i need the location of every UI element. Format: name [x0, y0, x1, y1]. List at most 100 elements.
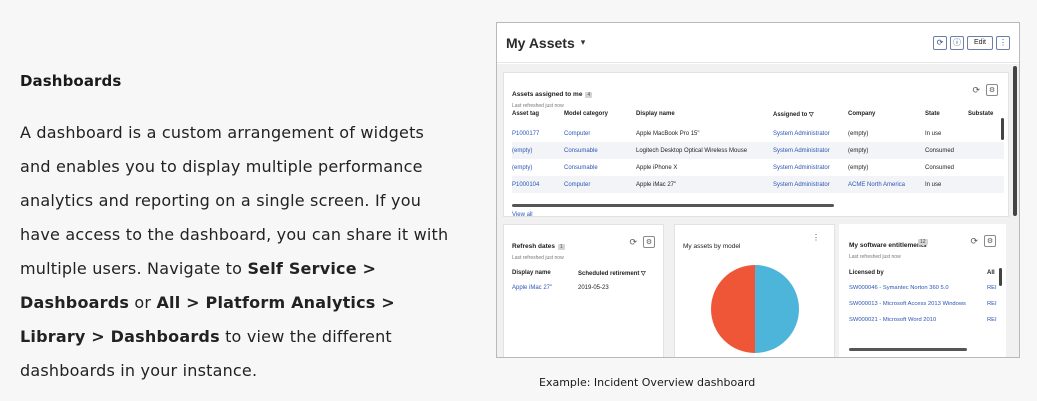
all-cell[interactable]: REI	[987, 312, 999, 328]
display-name-cell: Apple iMac 27"	[636, 176, 773, 193]
assets-card-title: Assets assigned to me	[512, 91, 583, 98]
column-header[interactable]: Company	[848, 103, 925, 125]
software-count-badge: 12	[918, 239, 928, 245]
refresh-icon[interactable]: ⟳	[629, 237, 637, 248]
software-vertical-scrollbar[interactable]	[999, 268, 1002, 286]
licensed-by-link[interactable]: SW000046 - Symantec Norton 360 5.0	[849, 280, 987, 296]
pie-slice-1[interactable]	[711, 265, 755, 353]
substate-cell	[968, 142, 1004, 159]
doc-heading: Dashboards	[20, 72, 122, 90]
company-cell: (empty)	[848, 164, 869, 171]
refresh-icon[interactable]: ⟳	[932, 35, 947, 50]
doc-text-or: or	[129, 293, 157, 312]
display-name-cell: Logitech Desktop Optical Wireless Mouse	[636, 142, 773, 159]
page-vertical-scrollbar[interactable]	[1013, 66, 1017, 216]
model-category-link[interactable]: Consumable	[564, 159, 636, 176]
info-icon[interactable]: ⓘ	[949, 35, 964, 50]
asset-tag-link[interactable]: (empty)	[512, 142, 564, 159]
refresh-icon[interactable]: ⟳	[972, 85, 980, 96]
software-card-actions: ⟳ ⚙	[970, 235, 996, 247]
dashboard-body: Assets assigned to me 4 Last refreshed ju…	[497, 64, 1019, 357]
retirement-date-cell: 2019-05-23	[578, 285, 609, 291]
assigned-to-link[interactable]: System Administrator	[773, 176, 848, 193]
pie-slice-0[interactable]	[755, 265, 799, 353]
column-header[interactable]: Display name	[512, 265, 578, 281]
column-header[interactable]: Scheduled retirement ▽	[578, 265, 662, 281]
assigned-to-link[interactable]: System Administrator	[773, 142, 848, 159]
doc-paragraph: A dashboard is a custom arrangement of w…	[20, 116, 460, 388]
table-header-row: Asset tag Model category Display name As…	[512, 103, 1004, 125]
software-horizontal-scrollbar[interactable]	[849, 348, 967, 351]
assets-count-badge: 4	[585, 92, 593, 98]
table-row[interactable]: P1000177 Computer Apple MacBook Pro 15" …	[512, 125, 1004, 142]
table-row[interactable]: SW000021 - Microsoft Word 2010 REI	[849, 312, 999, 328]
dashboard-title[interactable]: My Assets	[506, 35, 575, 51]
table-header-row: Licensed by All	[849, 266, 999, 280]
table-row[interactable]: (empty) Consumable Logitech Desktop Opti…	[512, 142, 1004, 159]
column-header[interactable]: Assigned to ▽	[773, 103, 848, 125]
model-category-link[interactable]: Computer	[564, 176, 636, 193]
all-cell[interactable]: REI	[987, 280, 999, 296]
column-header[interactable]: Model category	[564, 103, 636, 125]
column-header[interactable]: State	[925, 103, 968, 125]
asset-tag-link[interactable]: P1000104	[512, 176, 564, 193]
table-row[interactable]: (empty) Consumable Apple iPhone X System…	[512, 159, 1004, 176]
company-cell: (empty)	[848, 130, 869, 137]
substate-cell	[968, 176, 1004, 193]
software-entitlements-card: My software entitlements Last refreshed …	[839, 224, 1006, 357]
refresh-icon[interactable]: ⟳	[970, 236, 978, 247]
doc-text-intro: A dashboard is a custom arrangement of w…	[20, 123, 449, 278]
licensed-by-link[interactable]: SW000021 - Microsoft Word 2010	[849, 312, 987, 328]
more-icon[interactable]: ⋮	[996, 35, 1010, 50]
assets-vertical-scrollbar[interactable]	[1001, 118, 1004, 140]
table-row[interactable]: SW000013 - Microsoft Access 2013 Windows…	[849, 296, 999, 312]
assets-card-actions: ⟳ ⚙	[972, 84, 998, 96]
licensed-by-link[interactable]: SW000013 - Microsoft Access 2013 Windows	[849, 296, 987, 312]
retirement-card-actions: ⟳ ⚙	[629, 236, 655, 248]
edit-button[interactable]: Edit	[966, 35, 993, 50]
display-name-cell: Apple iPhone X	[636, 164, 678, 171]
model-category-link[interactable]: Computer	[564, 125, 636, 142]
table-row[interactable]: SW000046 - Symantec Norton 360 5.0 REI	[849, 280, 999, 296]
table-row[interactable]: Apple iMac 27" 2019-05-23	[512, 281, 662, 295]
gear-icon[interactable]: ⚙	[984, 235, 996, 247]
column-header[interactable]: Substate	[968, 103, 1004, 125]
assets-by-model-card: My assets by model ⋮	[674, 224, 835, 357]
retirement-card: Refresh dates 1 Last refreshed just now ⟳…	[503, 224, 664, 357]
software-refreshed-text: Last refreshed just now	[849, 254, 901, 260]
state-cell: In use	[925, 130, 942, 137]
table-row[interactable]: P1000104 Computer Apple iMac 27" System …	[512, 176, 1004, 193]
asset-tag-link[interactable]: (empty)	[512, 159, 564, 176]
assets-horizontal-scrollbar[interactable]	[512, 204, 834, 207]
all-cell[interactable]: REI	[987, 296, 999, 312]
assets-card: Assets assigned to me 4 Last refreshed ju…	[503, 72, 1009, 218]
dashboard-header: My Assets ▾ ⟳ ⓘ Edit ⋮	[497, 23, 1019, 63]
table-header-row: Display name Scheduled retirement ▽	[512, 265, 662, 281]
display-name-cell: Apple MacBook Pro 15"	[636, 130, 700, 137]
software-card-title: My software entitlements	[849, 242, 927, 249]
retirement-card-title: Refresh dates	[512, 243, 555, 250]
software-table: Licensed by All SW000046 - Symantec Nort…	[849, 266, 999, 328]
assigned-to-link[interactable]: System Administrator	[773, 159, 848, 176]
view-all-link[interactable]: View all	[512, 212, 533, 218]
display-name-link[interactable]: Apple iMac 27"	[512, 281, 578, 295]
model-category-link[interactable]: Consumable	[564, 142, 636, 159]
company-link[interactable]: ACME North America	[848, 176, 925, 193]
column-header[interactable]: All	[987, 266, 999, 280]
column-header[interactable]: Display name	[636, 103, 773, 125]
asset-tag-link[interactable]: P1000177	[512, 125, 564, 142]
chevron-down-icon[interactable]: ▾	[581, 37, 586, 48]
pie-chart	[711, 265, 799, 353]
retirement-count-badge: 1	[558, 244, 565, 250]
gear-icon[interactable]: ⚙	[643, 236, 655, 248]
header-actions: ⟳ ⓘ Edit ⋮	[932, 35, 1010, 50]
doc-section: Dashboards A dashboard is a custom arran…	[20, 72, 460, 388]
company-cell: (empty)	[848, 142, 925, 159]
column-header[interactable]: Licensed by	[849, 266, 987, 280]
assigned-to-link[interactable]: System Administrator	[773, 125, 848, 142]
dashboard-screenshot: My Assets ▾ ⟳ ⓘ Edit ⋮ Assets assigned t…	[496, 22, 1020, 358]
column-header[interactable]: Asset tag	[512, 103, 564, 125]
screenshot-caption: Example: Incident Overview dashboard	[539, 376, 756, 389]
gear-icon[interactable]: ⚙	[986, 84, 998, 96]
assets-table: Asset tag Model category Display name As…	[512, 103, 1004, 193]
